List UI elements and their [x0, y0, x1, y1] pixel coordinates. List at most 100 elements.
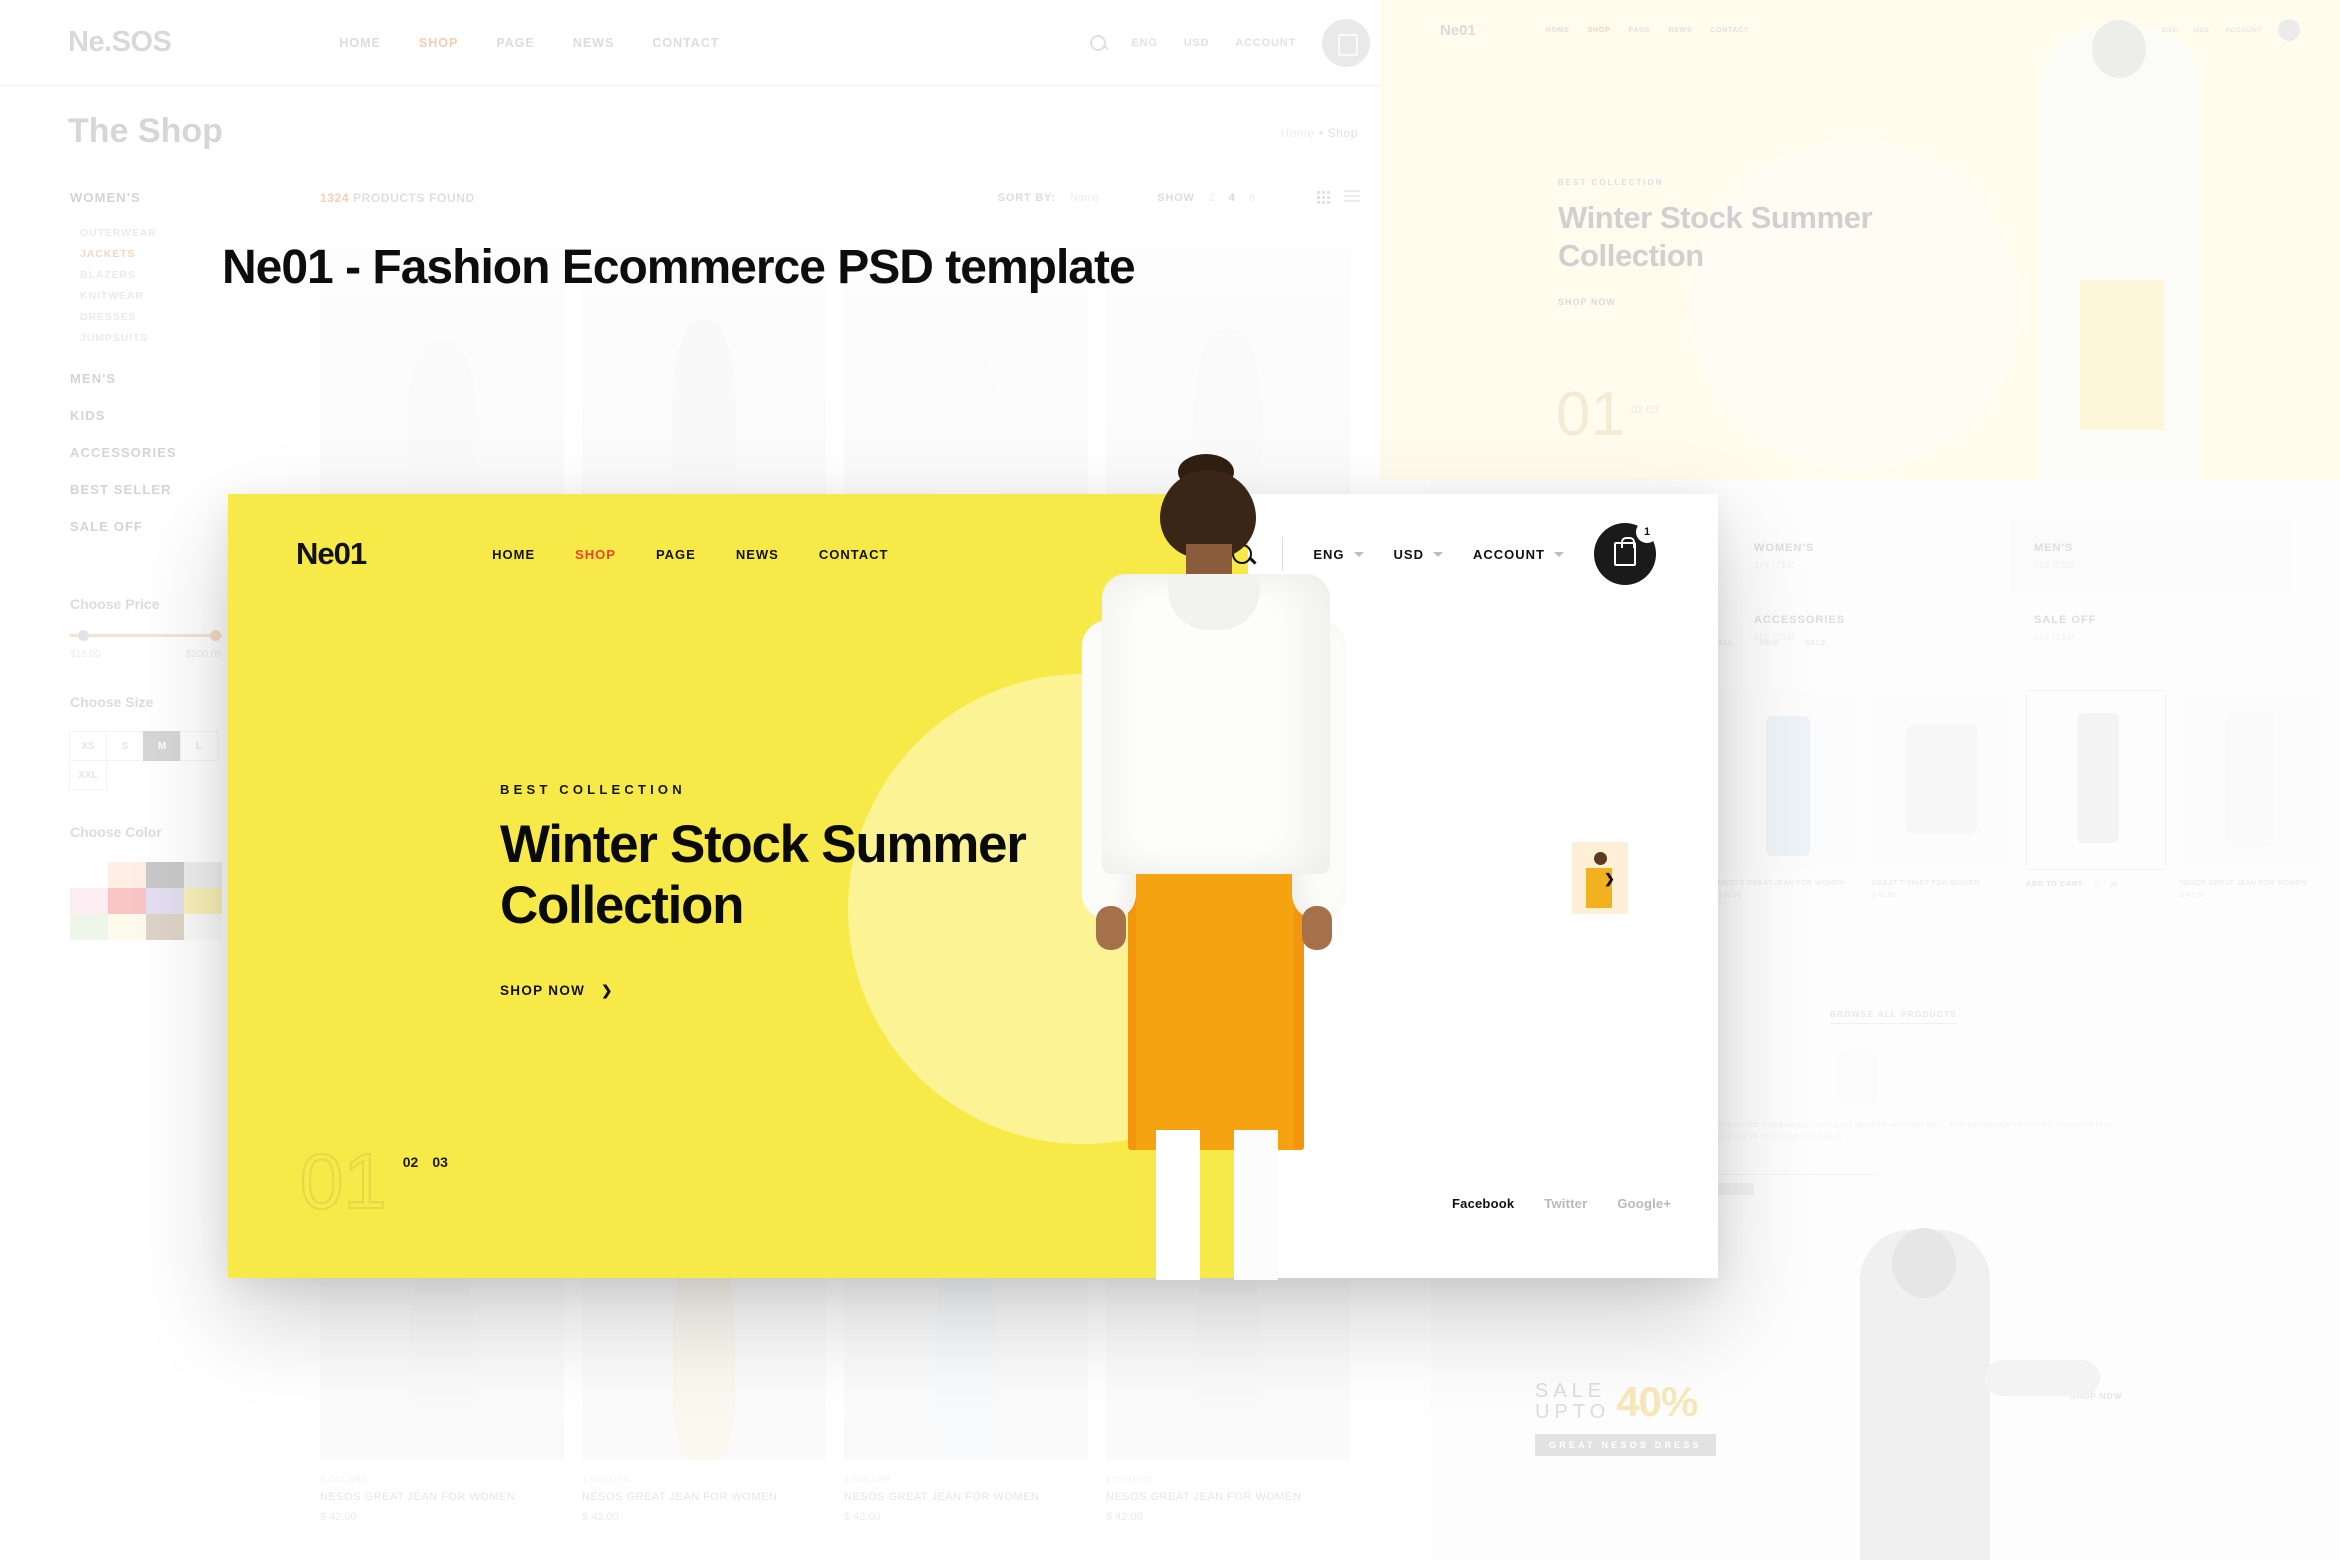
mock-product-meta: NESOS GREAT JEAN FOR WOMEN $ 42.00: [1718, 870, 1858, 899]
mock-slide-others[interactable]: 02 03: [1631, 404, 1659, 416]
newsletter-submit-button[interactable]: [1718, 1182, 1754, 1195]
social-link-googleplus[interactable]: Google+: [1617, 1196, 1671, 1211]
nav-item-contact[interactable]: CONTACT: [819, 547, 889, 562]
mock-product-name[interactable]: NESOS GREAT JEAN FOR WOMEN: [2180, 880, 2320, 887]
newsletter-email-input[interactable]: [1718, 1159, 1878, 1175]
mock-category-mens[interactable]: MEN'S 220 ITEM: [2010, 520, 2290, 592]
color-swatch[interactable]: [184, 862, 222, 888]
mock-category-womens[interactable]: WOMEN'S 245 ITEM: [1730, 520, 2010, 592]
background-nav-news[interactable]: NEWS: [573, 36, 615, 50]
mock-hero-cta[interactable]: SHOP NOW: [1558, 297, 1872, 307]
currency-select[interactable]: USD: [1394, 547, 1443, 562]
mock-nav-shop[interactable]: SHOP: [1588, 27, 1611, 34]
background-nav-page[interactable]: PAGE: [496, 36, 535, 50]
mock-tab-sale[interactable]: SALE: [1805, 640, 1827, 647]
size-option-xxl[interactable]: XXL: [69, 760, 107, 790]
price-slider-max-handle[interactable]: [210, 630, 221, 641]
cart-button[interactable]: 1: [1594, 521, 1658, 585]
mock-nav-page[interactable]: PAGE: [1628, 27, 1650, 34]
mock-product-card[interactable]: NESOS GREAT JEAN FOR WOMEN $ 42.00: [1718, 690, 1858, 899]
price-range-slider[interactable]: [70, 630, 222, 641]
search-icon[interactable]: [1089, 34, 1106, 51]
show-option-2[interactable]: 2: [1209, 192, 1215, 204]
mock-account-select[interactable]: ACCOUNT: [2225, 27, 2262, 34]
breadcrumb-home[interactable]: Home: [1280, 126, 1314, 140]
show-option-4[interactable]: 4: [1229, 192, 1235, 204]
product-name[interactable]: NESOS GREAT JEAN FOR WOMEN: [844, 1491, 1088, 1503]
slide-number-02[interactable]: 02: [403, 1154, 419, 1170]
mock-product-name[interactable]: GREAT T-SHIRT FOR WOMEN: [1872, 880, 2012, 887]
background-logo[interactable]: Ne.SOS: [68, 26, 172, 59]
slide-next-arrow-icon[interactable]: ❯: [1604, 871, 1615, 887]
size-option-s[interactable]: S: [106, 731, 144, 761]
size-option-l[interactable]: L: [180, 731, 218, 761]
nav-item-home[interactable]: HOME: [492, 547, 535, 562]
slide-thumbnail[interactable]: [1572, 842, 1628, 914]
mock-hero-logo[interactable]: Ne01: [1440, 22, 1476, 39]
mock-nav-news[interactable]: NEWS: [1668, 27, 1692, 34]
background-cart-button[interactable]: [1322, 18, 1370, 67]
mock-product-card[interactable]: GREAT T-SHIRT FOR WOMEN $ 42.00: [1872, 690, 2012, 899]
color-swatch[interactable]: [146, 888, 184, 914]
sort-by-value[interactable]: Name: [1070, 192, 1099, 204]
browse-all-products-link[interactable]: BROWSE ALL PRODUCTS: [1830, 1010, 1958, 1024]
background-currency-select[interactable]: USD: [1184, 37, 1210, 49]
color-swatch[interactable]: [70, 914, 108, 940]
color-swatch[interactable]: [70, 888, 108, 914]
color-swatch[interactable]: [146, 914, 184, 940]
sidebar-item-mens[interactable]: MEN'S: [70, 371, 280, 386]
background-nav-shop[interactable]: SHOP: [419, 36, 458, 50]
sidebar-sub-dresses[interactable]: DRESSES: [80, 311, 280, 323]
color-swatch[interactable]: [70, 862, 108, 888]
mock-slide-current: 01: [1556, 380, 1625, 449]
account-select[interactable]: ACCOUNT: [1473, 547, 1564, 562]
grid-view-icon[interactable]: [1317, 191, 1330, 204]
color-swatch[interactable]: [108, 914, 146, 940]
color-swatch[interactable]: [184, 914, 222, 940]
mock-cart-button[interactable]: [2278, 19, 2300, 41]
site-logo[interactable]: Ne01: [296, 536, 367, 572]
size-option-m[interactable]: M: [143, 731, 181, 761]
mock-category-accessories[interactable]: ACCESSORIES 180 ITEM: [1730, 592, 2010, 664]
social-link-facebook[interactable]: Facebook: [1452, 1196, 1514, 1211]
mock-tab-new[interactable]: NEW: [1760, 640, 1779, 647]
nav-item-shop[interactable]: SHOP: [575, 547, 616, 562]
mock-product-card-hover[interactable]: ADD TO CART ♡ ⇄: [2026, 690, 2166, 899]
mock-nav-home[interactable]: HOME: [1546, 27, 1570, 34]
shop-now-button[interactable]: SHOP NOW ❯: [500, 983, 1026, 998]
sidebar-item-kids[interactable]: KIDS: [70, 408, 280, 423]
product-name[interactable]: NESOS GREAT JEAN FOR WOMEN: [320, 1491, 564, 1503]
color-swatch[interactable]: [146, 862, 184, 888]
background-nav-contact[interactable]: CONTACT: [652, 36, 719, 50]
list-view-icon[interactable]: [1344, 190, 1360, 205]
price-slider-min-handle[interactable]: [78, 630, 89, 641]
product-name[interactable]: NESOS GREAT JEAN FOR WOMEN: [582, 1491, 826, 1503]
color-swatch[interactable]: [184, 888, 222, 914]
mock-hero-model-head: [2092, 20, 2146, 78]
sidebar-item-accessories[interactable]: ACCESSORIES: [70, 445, 280, 460]
sidebar-sub-outerwear[interactable]: OUTERWEAR: [80, 227, 280, 239]
compare-icon[interactable]: ⇄: [2110, 880, 2117, 889]
color-swatch[interactable]: [108, 888, 146, 914]
mock-category-sale-off[interactable]: SALE OFF 143 ITEM: [2010, 592, 2290, 664]
add-to-cart-button[interactable]: ADD TO CART: [2026, 881, 2083, 888]
sidebar-sub-jumpsuits[interactable]: JUMPSUITS: [80, 332, 280, 344]
mock-product-name[interactable]: NESOS GREAT JEAN FOR WOMEN: [1718, 880, 1858, 887]
background-account-select[interactable]: ACCOUNT: [1235, 37, 1296, 49]
sidebar-item-womens[interactable]: WOMEN'S: [70, 190, 280, 205]
mock-currency-select[interactable]: USD: [2194, 27, 2210, 34]
background-lang-select[interactable]: ENG: [1132, 37, 1158, 49]
color-swatch[interactable]: [108, 862, 146, 888]
background-nav-home[interactable]: HOME: [339, 36, 381, 50]
nav-item-news[interactable]: NEWS: [736, 547, 779, 562]
social-link-twitter[interactable]: Twitter: [1544, 1196, 1587, 1211]
mock-nav-contact[interactable]: CONTACT: [1710, 27, 1749, 34]
mock-tab-all[interactable]: ALL: [1718, 640, 1734, 647]
product-name[interactable]: NESOS GREAT JEAN FOR WOMEN: [1106, 1491, 1350, 1503]
show-option-6[interactable]: 6: [1249, 192, 1255, 204]
nav-item-page[interactable]: PAGE: [656, 547, 696, 562]
slide-number-03[interactable]: 03: [432, 1154, 448, 1170]
mock-product-card[interactable]: NESOS GREAT JEAN FOR WOMEN $ 42.00: [2180, 690, 2320, 899]
size-option-xs[interactable]: XS: [69, 731, 107, 761]
wishlist-heart-icon[interactable]: ♡: [2093, 880, 2100, 889]
